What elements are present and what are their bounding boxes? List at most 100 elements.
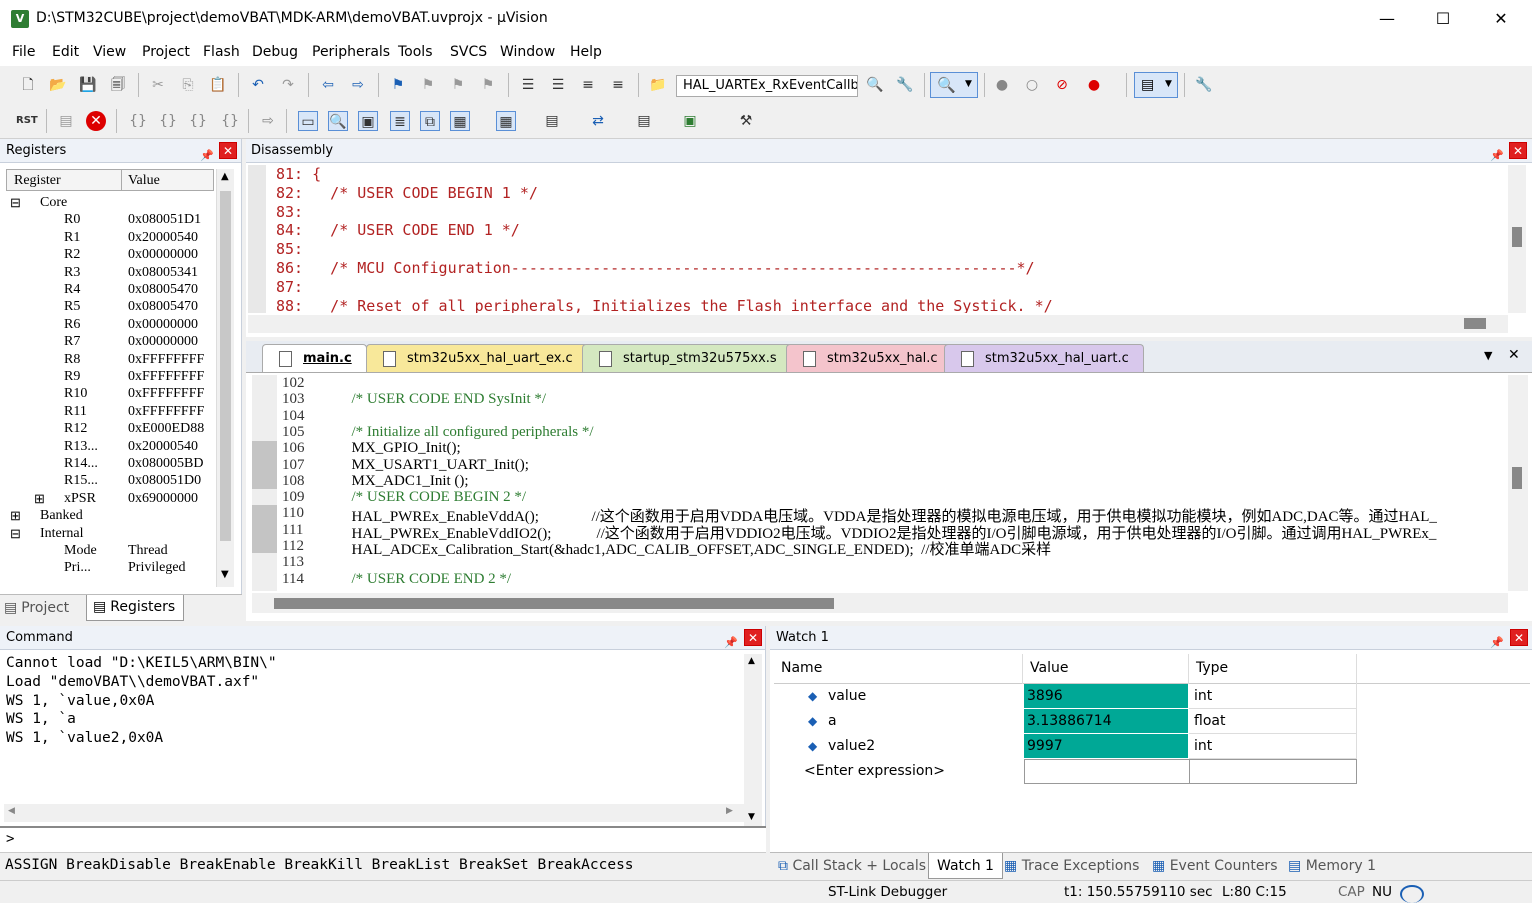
watch-value[interactable]: 3.13886714 <box>1024 709 1188 734</box>
close-icon[interactable]: ✕ <box>744 629 762 646</box>
watch-name[interactable]: a <box>828 709 837 734</box>
save-all-icon[interactable]: 🗐 <box>108 75 128 95</box>
undo-icon[interactable]: ↶ <box>248 75 268 95</box>
function-combo[interactable]: HAL_UARTEx_RxEventCallba <box>676 75 858 97</box>
register-row[interactable]: R4 0x08005470 <box>0 282 214 299</box>
find-in-files-icon[interactable]: 📁 <box>648 75 668 95</box>
register-row[interactable]: R5 0x08005470 <box>0 299 214 316</box>
register-row[interactable]: R14... 0x080005BD <box>0 456 214 473</box>
tab-main-c[interactable]: main.c <box>262 344 367 372</box>
menu-help[interactable]: Help <box>570 44 602 60</box>
indent-icon[interactable]: ☰ <box>518 75 538 95</box>
editor-code[interactable]: /* USER CODE END SysInit */ /* Initializ… <box>344 375 1504 591</box>
menu-file[interactable]: File <box>12 44 35 60</box>
register-row[interactable]: ⊟ Core <box>0 195 214 212</box>
tab-stm32u5xx-hal-uart-c[interactable]: stm32u5xx_hal_uart.c <box>944 344 1144 372</box>
watch-name[interactable]: value <box>828 684 866 709</box>
save-icon[interactable]: 💾 <box>78 75 98 95</box>
col-value-header[interactable]: Value <box>1030 660 1068 676</box>
menu-project[interactable]: Project <box>142 44 190 60</box>
new-expression-value-cell[interactable] <box>1024 759 1190 784</box>
register-row[interactable]: R0 0x080051D1 <box>0 212 214 229</box>
tab-stm32u5xx-hal-uart-ex-c[interactable]: stm32u5xx_hal_uart_ex.c <box>366 344 588 372</box>
register-row[interactable]: R1 0x20000540 <box>0 230 214 247</box>
watch-window-icon[interactable]: ▦ <box>450 111 470 131</box>
tab-list-chevron-icon[interactable]: ▼ <box>1484 349 1492 362</box>
close-tab-icon[interactable]: ✕ <box>1508 347 1520 363</box>
collapse-icon[interactable]: ⊟ <box>10 195 21 211</box>
open-file-icon[interactable]: 📂 <box>48 75 68 95</box>
close-icon[interactable]: ✕ <box>1509 142 1527 159</box>
tab-registers[interactable]: ▤ Registers <box>86 595 185 621</box>
pin-icon[interactable]: 📌 <box>724 631 738 655</box>
menu-view[interactable]: View <box>93 44 126 60</box>
register-row[interactable]: R2 0x00000000 <box>0 247 214 264</box>
pin-icon[interactable]: 📌 <box>1490 631 1504 655</box>
expand-icon[interactable]: ⊞ <box>34 491 45 507</box>
trace-window-icon[interactable]: ▤ <box>634 111 654 131</box>
paste-icon[interactable]: 📋 <box>208 75 228 95</box>
configure-icon[interactable]: 🔧 <box>1194 75 1214 95</box>
tab-stm32u5xx-hal-c[interactable]: stm32u5xx_hal.c <box>786 344 953 372</box>
nav-back-icon[interactable]: ⇦ <box>318 75 338 95</box>
find-icon[interactable]: 🔍 <box>865 75 885 95</box>
menu-debug[interactable]: Debug <box>252 44 298 60</box>
step-into-icon[interactable]: {} <box>128 111 148 131</box>
register-row[interactable]: Pri... Privileged <box>0 560 214 577</box>
breakpoint-disable-all-icon[interactable]: ⊘ <box>1052 75 1072 95</box>
command-hscroll[interactable]: ◀ ▶ <box>4 804 744 822</box>
memory-window-icon[interactable]: ▦ <box>496 111 516 131</box>
tab-event-counters[interactable]: ▦ Event Counters <box>1152 853 1277 879</box>
tab-watch-1[interactable]: Watch 1 <box>928 853 1003 879</box>
uncomment-icon[interactable]: ≡ <box>608 75 628 95</box>
close-window-button[interactable]: ✕ <box>1472 0 1530 38</box>
system-viewer-icon[interactable]: ▣ <box>680 111 700 131</box>
copy-icon[interactable]: ⎘ <box>178 75 198 95</box>
analysis-window-icon[interactable]: ⇄ <box>588 111 608 131</box>
new-file-icon[interactable]: 🗋 <box>18 75 38 95</box>
step-out-icon[interactable]: {} <box>188 111 208 131</box>
minimize-button[interactable]: — <box>1358 0 1416 38</box>
disassembly-window-icon[interactable]: 🔍 <box>328 111 348 131</box>
register-row[interactable]: R6 0x00000000 <box>0 317 214 334</box>
menu-edit[interactable]: Edit <box>52 44 79 60</box>
register-row[interactable]: R9 0xFFFFFFFF <box>0 369 214 386</box>
register-row[interactable]: ⊞ xPSR 0x69000000 <box>0 491 214 508</box>
bookmark-prev-icon[interactable]: ⚑ <box>418 75 438 95</box>
menu-window[interactable]: Window <box>500 44 555 60</box>
disassembly-hscroll[interactable] <box>248 315 1508 333</box>
bookmark-clear-icon[interactable]: ⚑ <box>478 75 498 95</box>
bookmark-next-icon[interactable]: ⚑ <box>448 75 468 95</box>
breakpoint-insert-icon[interactable]: ● <box>992 75 1012 95</box>
command-output[interactable]: Cannot load "D:\KEIL5\ARM\BIN\" Load "dem… <box>6 654 736 814</box>
register-row[interactable]: ⊞ Banked <box>0 508 214 525</box>
menu-svcs[interactable]: SVCS <box>450 44 487 60</box>
step-over-icon[interactable]: {} <box>158 111 178 131</box>
tab-startup-stm32u575xx-s[interactable]: startup_stm32u575xx.s <box>582 344 792 372</box>
reset-icon[interactable]: RST <box>16 111 38 131</box>
col-type-header[interactable]: Type <box>1196 660 1228 676</box>
comment-icon[interactable]: ≡ <box>578 75 598 95</box>
pin-icon[interactable]: 📌 <box>200 144 214 168</box>
register-row[interactable]: R3 0x08005341 <box>0 265 214 282</box>
register-row[interactable]: Mode Thread <box>0 543 214 560</box>
close-icon[interactable]: ✕ <box>1510 629 1528 646</box>
bookmark-icon[interactable]: ⚑ <box>388 75 408 95</box>
debug-session-button[interactable]: 🔍 ▼ <box>930 72 978 98</box>
expand-icon[interactable]: ⊞ <box>10 508 21 524</box>
run-to-cursor-icon[interactable]: {} <box>220 111 240 131</box>
register-row[interactable]: R11 0xFFFFFFFF <box>0 404 214 421</box>
register-row[interactable]: R13... 0x20000540 <box>0 439 214 456</box>
menu-flash[interactable]: Flash <box>203 44 240 60</box>
register-row[interactable]: ⊟ Internal <box>0 526 214 543</box>
registers-scrollbar[interactable]: ▲ ▼ <box>216 169 234 587</box>
col-register-header[interactable]: Register <box>14 173 61 189</box>
watch-value[interactable]: 9997 <box>1024 734 1188 759</box>
command-vscroll[interactable]: ▲ ▼ <box>744 654 762 830</box>
register-row[interactable]: R8 0xFFFFFFFF <box>0 352 214 369</box>
register-row[interactable]: R15... 0x080051D0 <box>0 473 214 490</box>
col-name-header[interactable]: Name <box>781 660 822 676</box>
call-stack-window-icon[interactable]: ⧉ <box>420 111 440 131</box>
register-row[interactable]: R10 0xFFFFFFFF <box>0 386 214 403</box>
serial-window-icon[interactable]: ▤ <box>542 111 562 131</box>
